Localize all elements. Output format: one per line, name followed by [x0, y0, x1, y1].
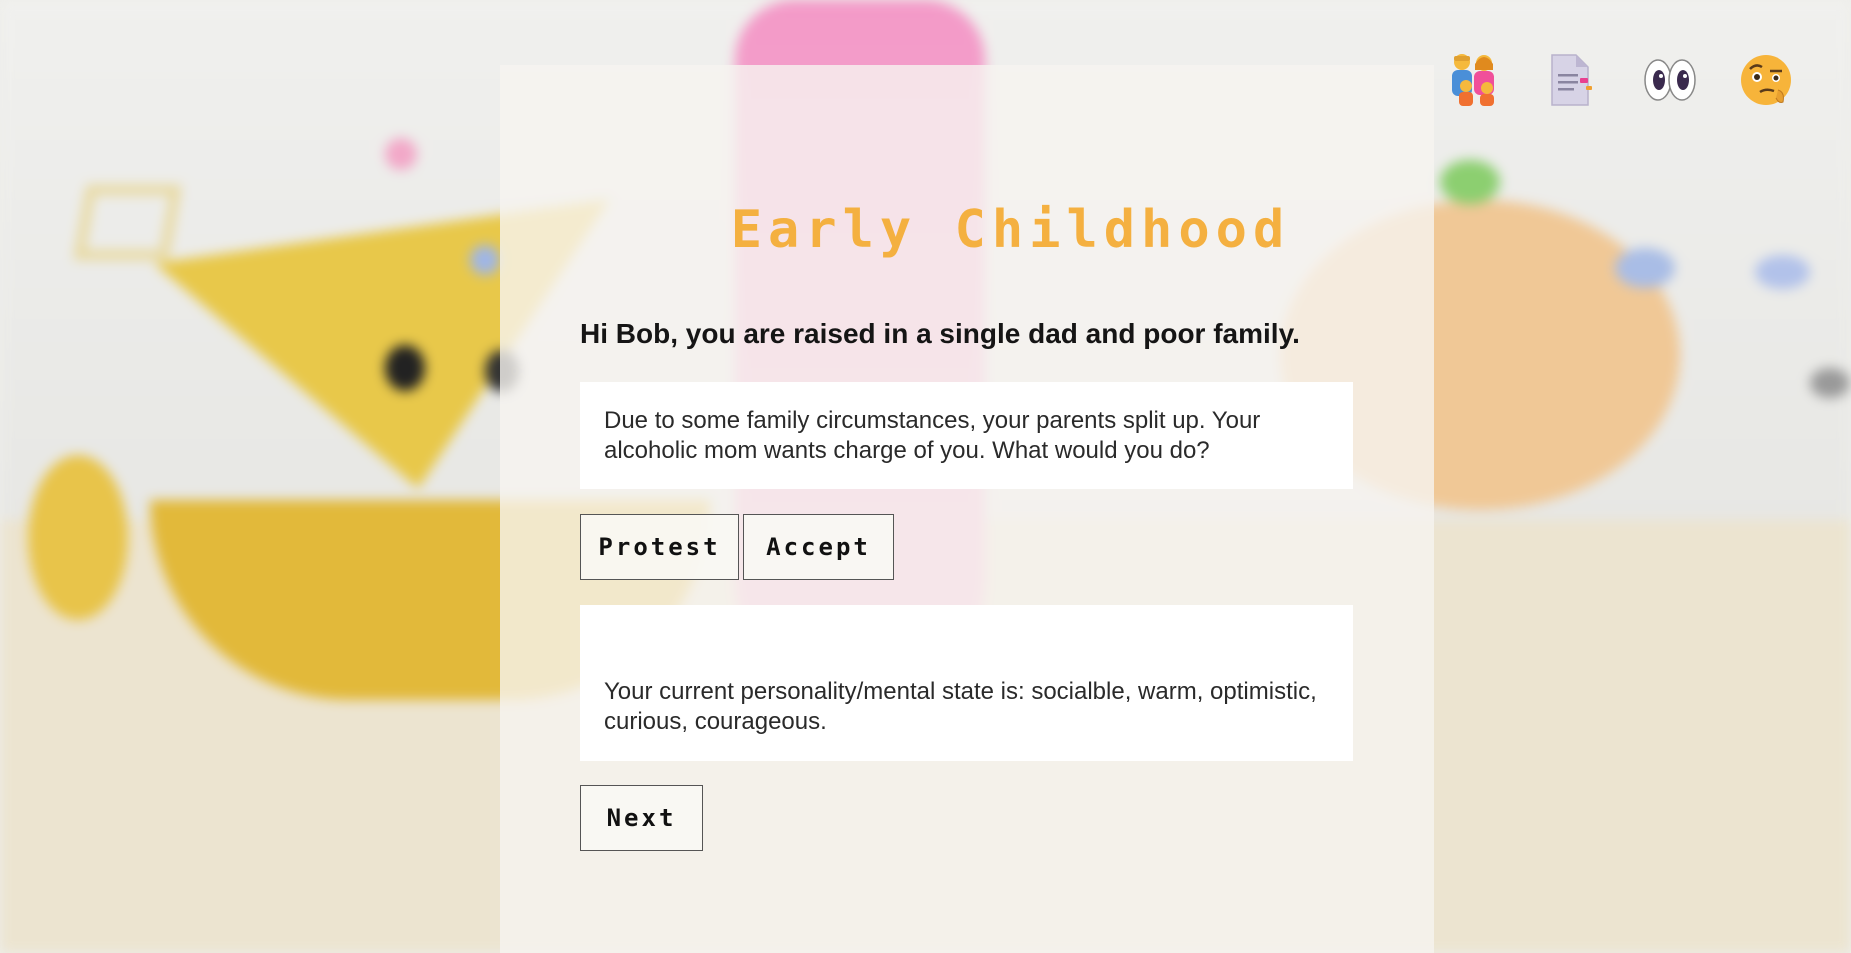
state-box: Your current personality/mental state is… — [580, 605, 1353, 761]
protest-button[interactable]: Protest — [580, 514, 739, 580]
stage-title: Early Childhood — [730, 200, 1291, 260]
state-text: Your current personality/mental state is… — [604, 678, 1317, 735]
question-box: Due to some family circumstances, your p… — [580, 382, 1353, 489]
intro-text: Hi Bob, you are raised in a single dad a… — [580, 318, 1300, 349]
face-with-raised-eyebrow-icon[interactable] — [1738, 52, 1794, 108]
accept-button[interactable]: Accept — [743, 514, 894, 580]
question-text: Due to some family circumstances, your p… — [604, 407, 1261, 464]
top-icon-bar — [1446, 52, 1796, 108]
eyes-icon[interactable] — [1642, 52, 1698, 108]
family-icon[interactable] — [1446, 52, 1502, 108]
next-button[interactable]: Next — [580, 785, 703, 851]
document-icon[interactable] — [1542, 52, 1598, 108]
